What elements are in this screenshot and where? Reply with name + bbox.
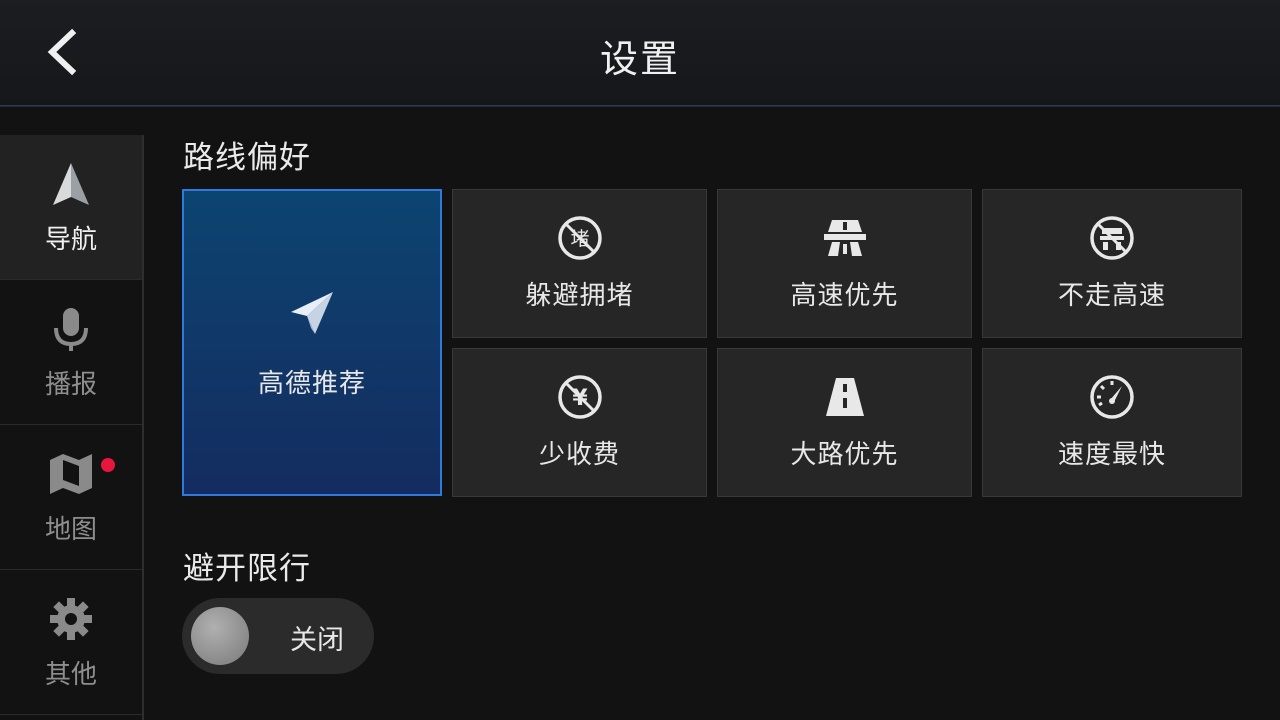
highway-icon bbox=[822, 215, 868, 261]
sidebar: 导航 播报 地图 其他 bbox=[0, 135, 144, 720]
no-highway-icon bbox=[1089, 215, 1135, 261]
microphone-icon bbox=[51, 304, 91, 354]
route-option-label: 速度最快 bbox=[1057, 440, 1166, 470]
avoid-restriction-title: 避开限行 bbox=[183, 551, 311, 587]
header-bar: 设置 bbox=[0, 0, 1280, 106]
sidebar-item-label: 导航 bbox=[44, 224, 97, 255]
route-option-label: 高德推荐 bbox=[257, 369, 366, 399]
avoid-congestion-icon: 堵 bbox=[557, 215, 603, 261]
sidebar-item-label: 其他 bbox=[44, 659, 97, 690]
no-toll-icon: ¥ bbox=[557, 374, 603, 420]
paper-plane-icon bbox=[289, 285, 335, 341]
sidebar-item-navigation[interactable]: 导航 bbox=[0, 135, 142, 280]
toggle-knob bbox=[191, 607, 249, 665]
route-option-avoid-congestion[interactable]: 堵 躲避拥堵 bbox=[452, 189, 707, 338]
route-option-label: 高速优先 bbox=[790, 281, 899, 311]
route-option-highway-first[interactable]: 高速优先 bbox=[717, 189, 972, 338]
gear-icon bbox=[48, 594, 94, 644]
svg-text:堵: 堵 bbox=[570, 228, 589, 250]
page-title: 设置 bbox=[599, 37, 680, 81]
svg-text:¥: ¥ bbox=[572, 386, 588, 411]
sidebar-item-label: 播报 bbox=[44, 369, 97, 400]
route-option-no-highway[interactable]: 不走高速 bbox=[982, 189, 1242, 338]
route-option-fastest[interactable]: 速度最快 bbox=[982, 348, 1242, 497]
sidebar-item-map[interactable]: 地图 bbox=[0, 425, 142, 570]
sidebar-item-other[interactable]: 其他 bbox=[0, 570, 142, 715]
notification-dot bbox=[101, 458, 115, 472]
avoid-restriction-toggle[interactable]: 关闭 bbox=[182, 598, 374, 674]
route-option-recommended[interactable]: 高德推荐 bbox=[182, 189, 442, 496]
toggle-state-label: 关闭 bbox=[290, 625, 344, 656]
route-option-label: 大路优先 bbox=[790, 440, 899, 470]
route-preference-title: 路线偏好 bbox=[183, 140, 311, 176]
route-option-label: 躲避拥堵 bbox=[525, 281, 634, 311]
sidebar-item-label: 地图 bbox=[44, 514, 97, 545]
speedometer-icon bbox=[1089, 374, 1135, 420]
sidebar-item-broadcast[interactable]: 播报 bbox=[0, 280, 142, 425]
route-option-main-road[interactable]: 大路优先 bbox=[717, 348, 972, 497]
main-road-icon bbox=[824, 374, 866, 420]
route-option-less-toll[interactable]: ¥ 少收费 bbox=[452, 348, 707, 497]
map-icon bbox=[48, 449, 94, 499]
navigation-arrow-icon bbox=[51, 159, 91, 209]
route-option-label: 少收费 bbox=[538, 440, 620, 470]
route-option-label: 不走高速 bbox=[1057, 281, 1166, 311]
